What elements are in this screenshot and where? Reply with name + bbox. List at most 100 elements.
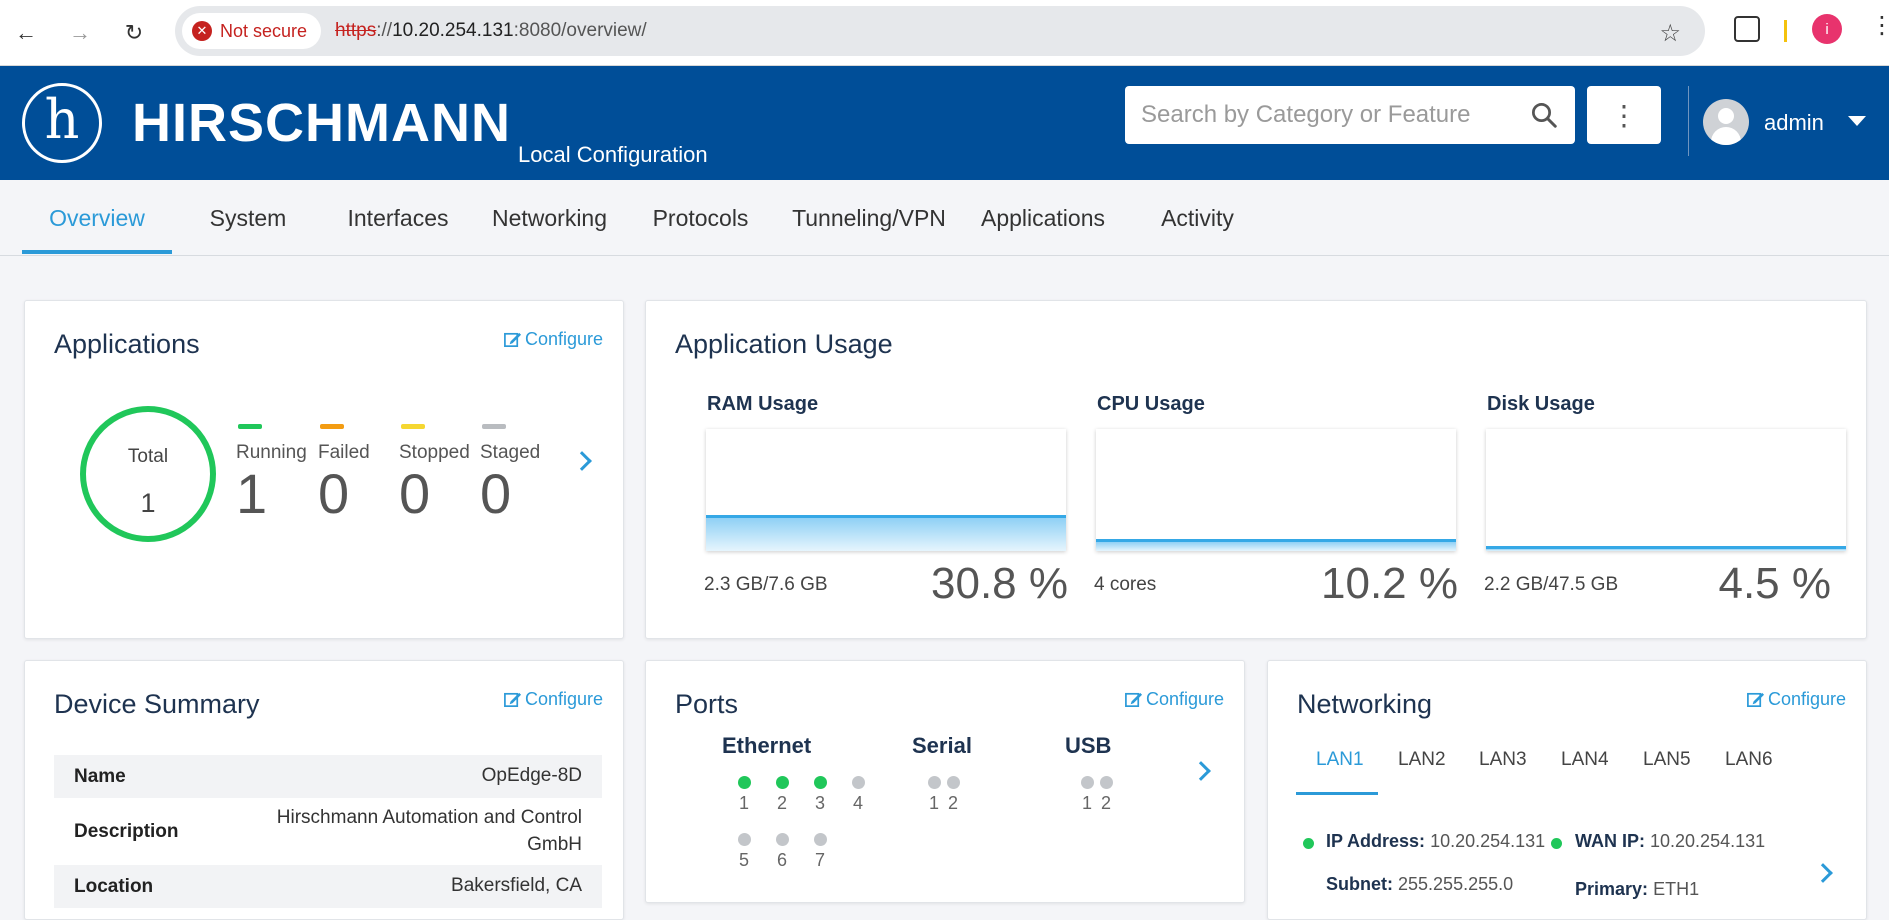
port-status-dot bbox=[947, 776, 960, 789]
header-divider bbox=[1688, 86, 1689, 156]
security-chip[interactable]: ✕ Not secure bbox=[182, 13, 322, 49]
address-bar[interactable]: ✕ Not secure https://10.20.254.131:8080/… bbox=[175, 6, 1705, 56]
app-subtitle: Local Configuration bbox=[518, 142, 708, 167]
profile-avatar[interactable]: i bbox=[1812, 14, 1842, 44]
port-status-dot bbox=[776, 776, 789, 789]
stat-staged[interactable]: Staged 0 bbox=[480, 424, 562, 522]
tab-lan6[interactable]: LAN6 bbox=[1725, 749, 1773, 771]
bookmark-star-icon[interactable]: ☆ bbox=[1659, 19, 1681, 48]
cpu-usage-percent: 10.2 % bbox=[1321, 559, 1458, 608]
stat-stopped[interactable]: Stopped 0 bbox=[399, 424, 481, 522]
disk-usage-detail: 2.2 GB/47.5 GB bbox=[1484, 574, 1619, 595]
port-status-dot bbox=[928, 776, 941, 789]
port-status-dot bbox=[814, 776, 827, 789]
ports-card: Ports Configure Ethernet Serial USB 1234… bbox=[645, 660, 1245, 903]
search-icon[interactable] bbox=[1529, 100, 1559, 130]
disk-usage-percent: 4.5 % bbox=[1718, 559, 1831, 608]
browser-toolbar: ← → ↻ ✕ Not secure https://10.20.254.131… bbox=[0, 0, 1889, 66]
primary-interface: Primary: ETH1 bbox=[1575, 879, 1700, 899]
device-summary-card: Device Summary Configure Name OpEdge-8D … bbox=[24, 660, 624, 920]
cpu-usage-label: CPU Usage bbox=[1097, 393, 1205, 415]
networking-card: Networking Configure LAN1 LAN2 LAN3 LAN4… bbox=[1267, 660, 1867, 920]
port-status-dot bbox=[776, 833, 789, 846]
tab-lan1[interactable]: LAN1 bbox=[1316, 749, 1364, 771]
search-input[interactable] bbox=[1141, 101, 1529, 129]
wan-status-dot bbox=[1551, 838, 1562, 849]
ip-address: IP Address: 10.20.254.131 bbox=[1326, 831, 1546, 851]
disk-usage-gauge bbox=[1486, 429, 1846, 551]
tab-applications[interactable]: Applications bbox=[977, 180, 1109, 256]
edit-icon bbox=[1746, 692, 1765, 708]
applications-card: Applications Configure Total 1 Running 1… bbox=[24, 300, 624, 639]
more-options-button[interactable]: ⋮ bbox=[1587, 86, 1661, 144]
tab-networking[interactable]: Networking bbox=[482, 180, 617, 256]
port-number: 1 bbox=[928, 793, 939, 813]
applications-total-ring: Total 1 bbox=[80, 406, 216, 542]
configure-link[interactable]: Configure bbox=[503, 329, 603, 350]
edit-icon bbox=[503, 692, 522, 708]
port-number: 2 bbox=[776, 793, 787, 813]
chevron-right-icon[interactable] bbox=[1813, 863, 1833, 883]
cpu-usage-detail: 4 cores bbox=[1094, 574, 1157, 595]
port-status-dot bbox=[738, 776, 751, 789]
configure-link[interactable]: Configure bbox=[1124, 689, 1224, 710]
tab-overview[interactable]: Overview bbox=[22, 180, 172, 256]
url-text[interactable]: https://10.20.254.131:8080/overview/ bbox=[335, 20, 647, 42]
stat-failed[interactable]: Failed 0 bbox=[318, 424, 400, 522]
card-title: Device Summary bbox=[54, 689, 260, 719]
warning-icon: ✕ bbox=[192, 21, 212, 41]
port-status-dot bbox=[1081, 776, 1094, 789]
port-number: 7 bbox=[814, 850, 825, 870]
port-number: 4 bbox=[852, 793, 863, 813]
brand-name: HIRSCHMANN bbox=[132, 93, 511, 153]
tab-system[interactable]: System bbox=[188, 180, 308, 256]
cpu-usage-gauge bbox=[1096, 429, 1456, 551]
hirschmann-logo-icon[interactable]: h bbox=[22, 83, 102, 163]
ram-usage-detail: 2.3 GB/7.6 GB bbox=[704, 574, 828, 595]
card-title: Networking bbox=[1297, 689, 1433, 719]
app-header: h HIRSCHMANN Local Configuration ⋮ admin bbox=[0, 66, 1889, 180]
forward-arrow-icon[interactable]: → bbox=[60, 13, 100, 53]
edit-icon bbox=[1124, 692, 1143, 708]
tab-lan4[interactable]: LAN4 bbox=[1561, 749, 1609, 771]
port-number: 3 bbox=[814, 793, 825, 813]
card-title: Application Usage bbox=[675, 329, 893, 359]
configure-link[interactable]: Configure bbox=[1746, 689, 1846, 710]
ethernet-label: Ethernet bbox=[722, 733, 812, 758]
tab-lan2[interactable]: LAN2 bbox=[1398, 749, 1446, 771]
security-label: Not secure bbox=[220, 20, 308, 41]
tab-protocols[interactable]: Protocols bbox=[643, 180, 758, 256]
user-avatar-icon[interactable] bbox=[1703, 99, 1749, 145]
lan-tab-indicator bbox=[1296, 792, 1378, 795]
port-number: 5 bbox=[738, 850, 749, 870]
stat-running[interactable]: Running 1 bbox=[236, 424, 318, 522]
port-status-dot bbox=[738, 833, 751, 846]
port-number: 1 bbox=[738, 793, 749, 813]
card-title: Ports bbox=[675, 689, 739, 719]
card-title: Applications bbox=[54, 329, 200, 359]
reload-icon[interactable]: ↻ bbox=[114, 13, 154, 53]
browser-menu-icon[interactable]: ⋮ bbox=[1870, 14, 1889, 38]
configure-link[interactable]: Configure bbox=[503, 689, 603, 710]
search-box bbox=[1125, 86, 1575, 144]
port-status-dot bbox=[814, 833, 827, 846]
port-number: 2 bbox=[947, 793, 958, 813]
tab-interfaces[interactable]: Interfaces bbox=[337, 180, 459, 256]
main-tabs: Overview System Interfaces Networking Pr… bbox=[0, 180, 1889, 256]
ram-usage-percent: 30.8 % bbox=[931, 559, 1068, 608]
port-number: 1 bbox=[1081, 793, 1092, 813]
table-row: Location Bakersfield, CA bbox=[54, 865, 602, 908]
user-menu-caret-icon[interactable] bbox=[1848, 116, 1866, 126]
extensions-icon[interactable] bbox=[1734, 16, 1760, 42]
tab-tunneling-vpn[interactable]: Tunneling/VPN bbox=[789, 180, 949, 256]
chevron-right-icon[interactable] bbox=[572, 451, 592, 471]
ram-usage-gauge bbox=[706, 429, 1066, 551]
tab-activity[interactable]: Activity bbox=[1150, 180, 1245, 256]
chevron-right-icon[interactable] bbox=[1191, 761, 1211, 781]
port-status-dot bbox=[1100, 776, 1113, 789]
tab-lan5[interactable]: LAN5 bbox=[1643, 749, 1691, 771]
user-name[interactable]: admin bbox=[1764, 110, 1824, 136]
disk-usage-label: Disk Usage bbox=[1487, 393, 1595, 415]
back-arrow-icon[interactable]: ← bbox=[6, 13, 46, 53]
tab-lan3[interactable]: LAN3 bbox=[1479, 749, 1527, 771]
